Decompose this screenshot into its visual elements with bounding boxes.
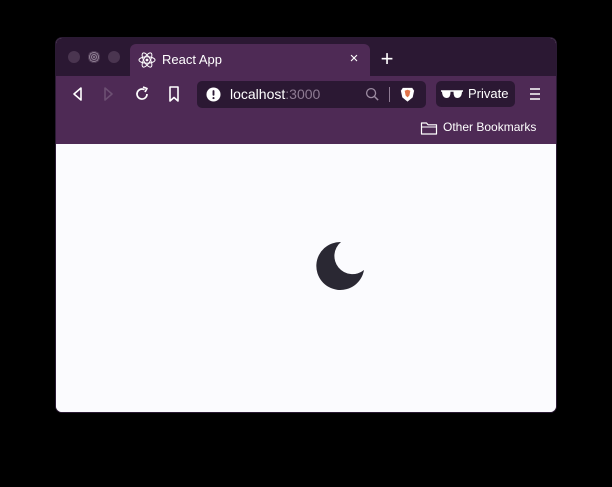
moon-icon[interactable] (314, 240, 366, 292)
folder-icon (420, 122, 438, 135)
minimize-window-button[interactable] (88, 51, 100, 63)
hamburger-menu-icon[interactable] (525, 84, 545, 104)
forward-icon (104, 87, 113, 101)
private-glasses-icon (441, 90, 463, 98)
bookmarks-bar: Other Bookmarks (56, 112, 556, 144)
new-tab-button[interactable]: + (378, 48, 396, 70)
zoom-icon[interactable] (365, 87, 380, 102)
brave-shield-icon[interactable] (399, 86, 416, 103)
back-icon[interactable] (68, 84, 88, 104)
react-icon (138, 52, 156, 68)
other-bookmarks-label: Other Bookmarks (443, 120, 537, 134)
navigation-toolbar: localhost:3000 Private (56, 76, 556, 112)
bookmark-icon[interactable] (164, 84, 184, 104)
url-port: :3000 (285, 86, 321, 102)
page-content (56, 144, 556, 412)
browser-window: React App × + localhost:3000 Private Oth… (56, 38, 556, 412)
tab-title: React App (162, 52, 222, 67)
info-icon[interactable] (206, 87, 221, 102)
close-window-button[interactable] (68, 51, 80, 63)
close-tab-icon[interactable]: × (346, 51, 362, 67)
url-text[interactable]: localhost:3000 (230, 86, 320, 103)
address-bar[interactable]: localhost:3000 (197, 81, 426, 108)
title-bar: React App × + (56, 38, 556, 76)
maximize-window-button[interactable] (108, 51, 120, 63)
other-bookmarks-folder[interactable]: Other Bookmarks (418, 118, 542, 138)
separator (389, 87, 390, 102)
tab-react-app[interactable]: React App × (130, 44, 370, 76)
reload-icon[interactable] (132, 84, 152, 104)
private-window-badge[interactable]: Private (436, 81, 515, 107)
private-label: Private (468, 86, 509, 101)
